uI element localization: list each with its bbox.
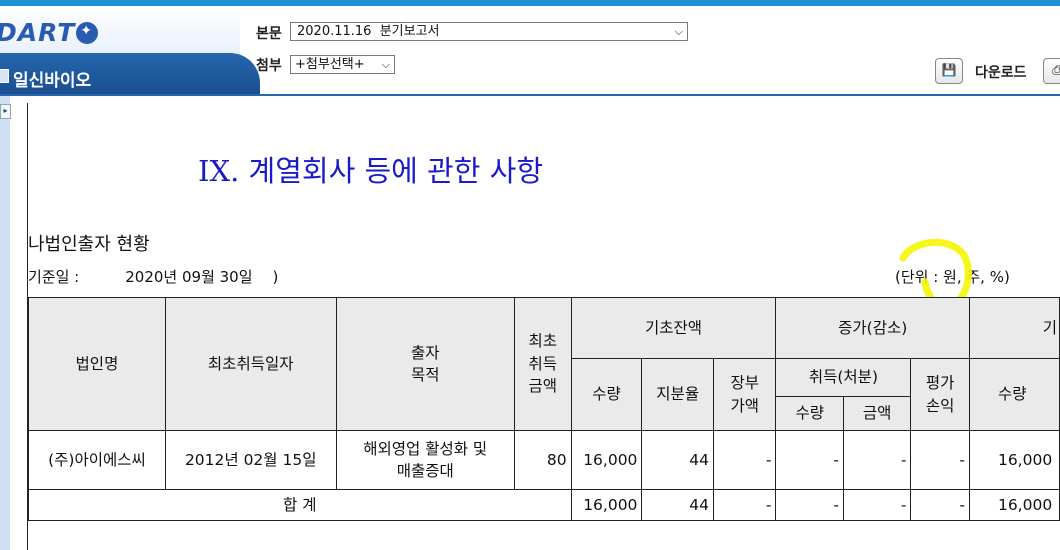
download-label: 다운로드: [975, 65, 1027, 81]
base-date-value: 2020년 09월 30일: [125, 268, 253, 286]
section-title: IX. 계열회사 등에 관한 사항: [198, 154, 543, 188]
company-icon: [0, 69, 9, 83]
header-divider: [0, 94, 1060, 96]
th-change: 증가(감소): [775, 297, 970, 359]
th-opening: 기초잔액: [570, 297, 777, 359]
subsection-title: 나법인출자 현황: [28, 234, 150, 255]
save-icon: 💾: [935, 58, 963, 84]
download-button[interactable]: 💾 다운로드: [935, 58, 1033, 84]
cell-acq-qty: -: [775, 430, 844, 490]
cell-total-book-value: -: [712, 489, 777, 521]
cheombu-label: 첨부: [256, 58, 282, 74]
base-date-close: ): [272, 268, 279, 286]
company-name[interactable]: 일신바이오: [13, 66, 91, 91]
investment-table: 법인명 최초취득일자 출자 목적 최초 취득 금액 기초잔액 증가(감소) 기 …: [28, 297, 1060, 521]
th-company: 법인명: [28, 297, 166, 431]
chevron-down-icon: ⌵: [674, 25, 683, 38]
cell-acq-amount: -: [842, 430, 912, 490]
chevron-down-icon: ⌵: [381, 58, 390, 71]
th-first-date: 최초취득일자: [164, 297, 337, 431]
print-button[interactable]: ⎙: [1043, 58, 1060, 84]
th-eval: 평가 손익: [910, 358, 970, 431]
cell-qty: 16,000: [570, 430, 643, 490]
cell-initial-amount: 80: [513, 430, 572, 490]
total-row: 합 계 16,000 44 - - - - 16,000: [28, 489, 1060, 521]
th-acq-amount: 금액: [842, 396, 912, 431]
th-initial-amount: 최초 취득 금액: [513, 297, 572, 431]
cell-total-eval: -: [910, 489, 970, 521]
base-date: 기준일 : 2020년 09월 30일): [28, 266, 278, 287]
cell-share: 44: [641, 430, 714, 490]
th-closing: 기: [968, 297, 1060, 359]
th-book-value: 장부 가액: [712, 358, 777, 431]
cell-total-acq-qty: -: [775, 489, 844, 521]
th-acquire: 취득(처분): [775, 358, 912, 397]
cell-total-end-qty: 16,000: [968, 489, 1060, 521]
cell-total-share: 44: [641, 489, 714, 521]
dart-logo[interactable]: DART: [0, 18, 99, 47]
report-select-value: 2020.11.16 분기보고서: [297, 24, 440, 39]
th-acq-qty: 수량: [775, 396, 844, 431]
toc-panel-collapsed: [0, 96, 10, 550]
logo-star-icon: [76, 22, 99, 44]
report-select[interactable]: 2020.11.16 분기보고서 ⌵: [290, 22, 688, 41]
cell-end-qty: 16,000: [968, 430, 1060, 490]
cell-total-qty: 16,000: [570, 489, 643, 521]
th-share: 지분율: [641, 358, 714, 431]
th-qty: 수량: [570, 358, 643, 431]
cell-total-acq-amount: -: [842, 489, 912, 521]
cell-total-label: 합 계: [28, 489, 572, 521]
base-date-label: 기준일 :: [28, 268, 80, 286]
cell-first-date: 2012년 02월 15일: [164, 430, 337, 490]
logo-area: DART: [0, 6, 240, 53]
cell-company: (주)아이에스씨: [28, 430, 166, 490]
th-end-qty: 수량: [968, 358, 1060, 431]
attachment-select[interactable]: +첨부선택+ ⌵: [290, 55, 395, 74]
cell-purpose: 해외영업 활성화 및 매출증대: [335, 430, 515, 490]
th-purpose: 출자 목적: [335, 297, 515, 431]
cell-book-value: -: [712, 430, 777, 490]
print-icon: ⎙: [1052, 63, 1060, 77]
cell-eval: -: [910, 430, 970, 490]
logo-text: DART: [0, 18, 76, 47]
attachment-select-value: +첨부선택+: [295, 57, 365, 72]
expand-toc-icon[interactable]: ▸: [0, 104, 11, 119]
table-row: (주)아이에스씨 2012년 02월 15일 해외영업 활성화 및 매출증대 8…: [28, 430, 1060, 490]
bonmun-label: 본문: [256, 26, 282, 42]
